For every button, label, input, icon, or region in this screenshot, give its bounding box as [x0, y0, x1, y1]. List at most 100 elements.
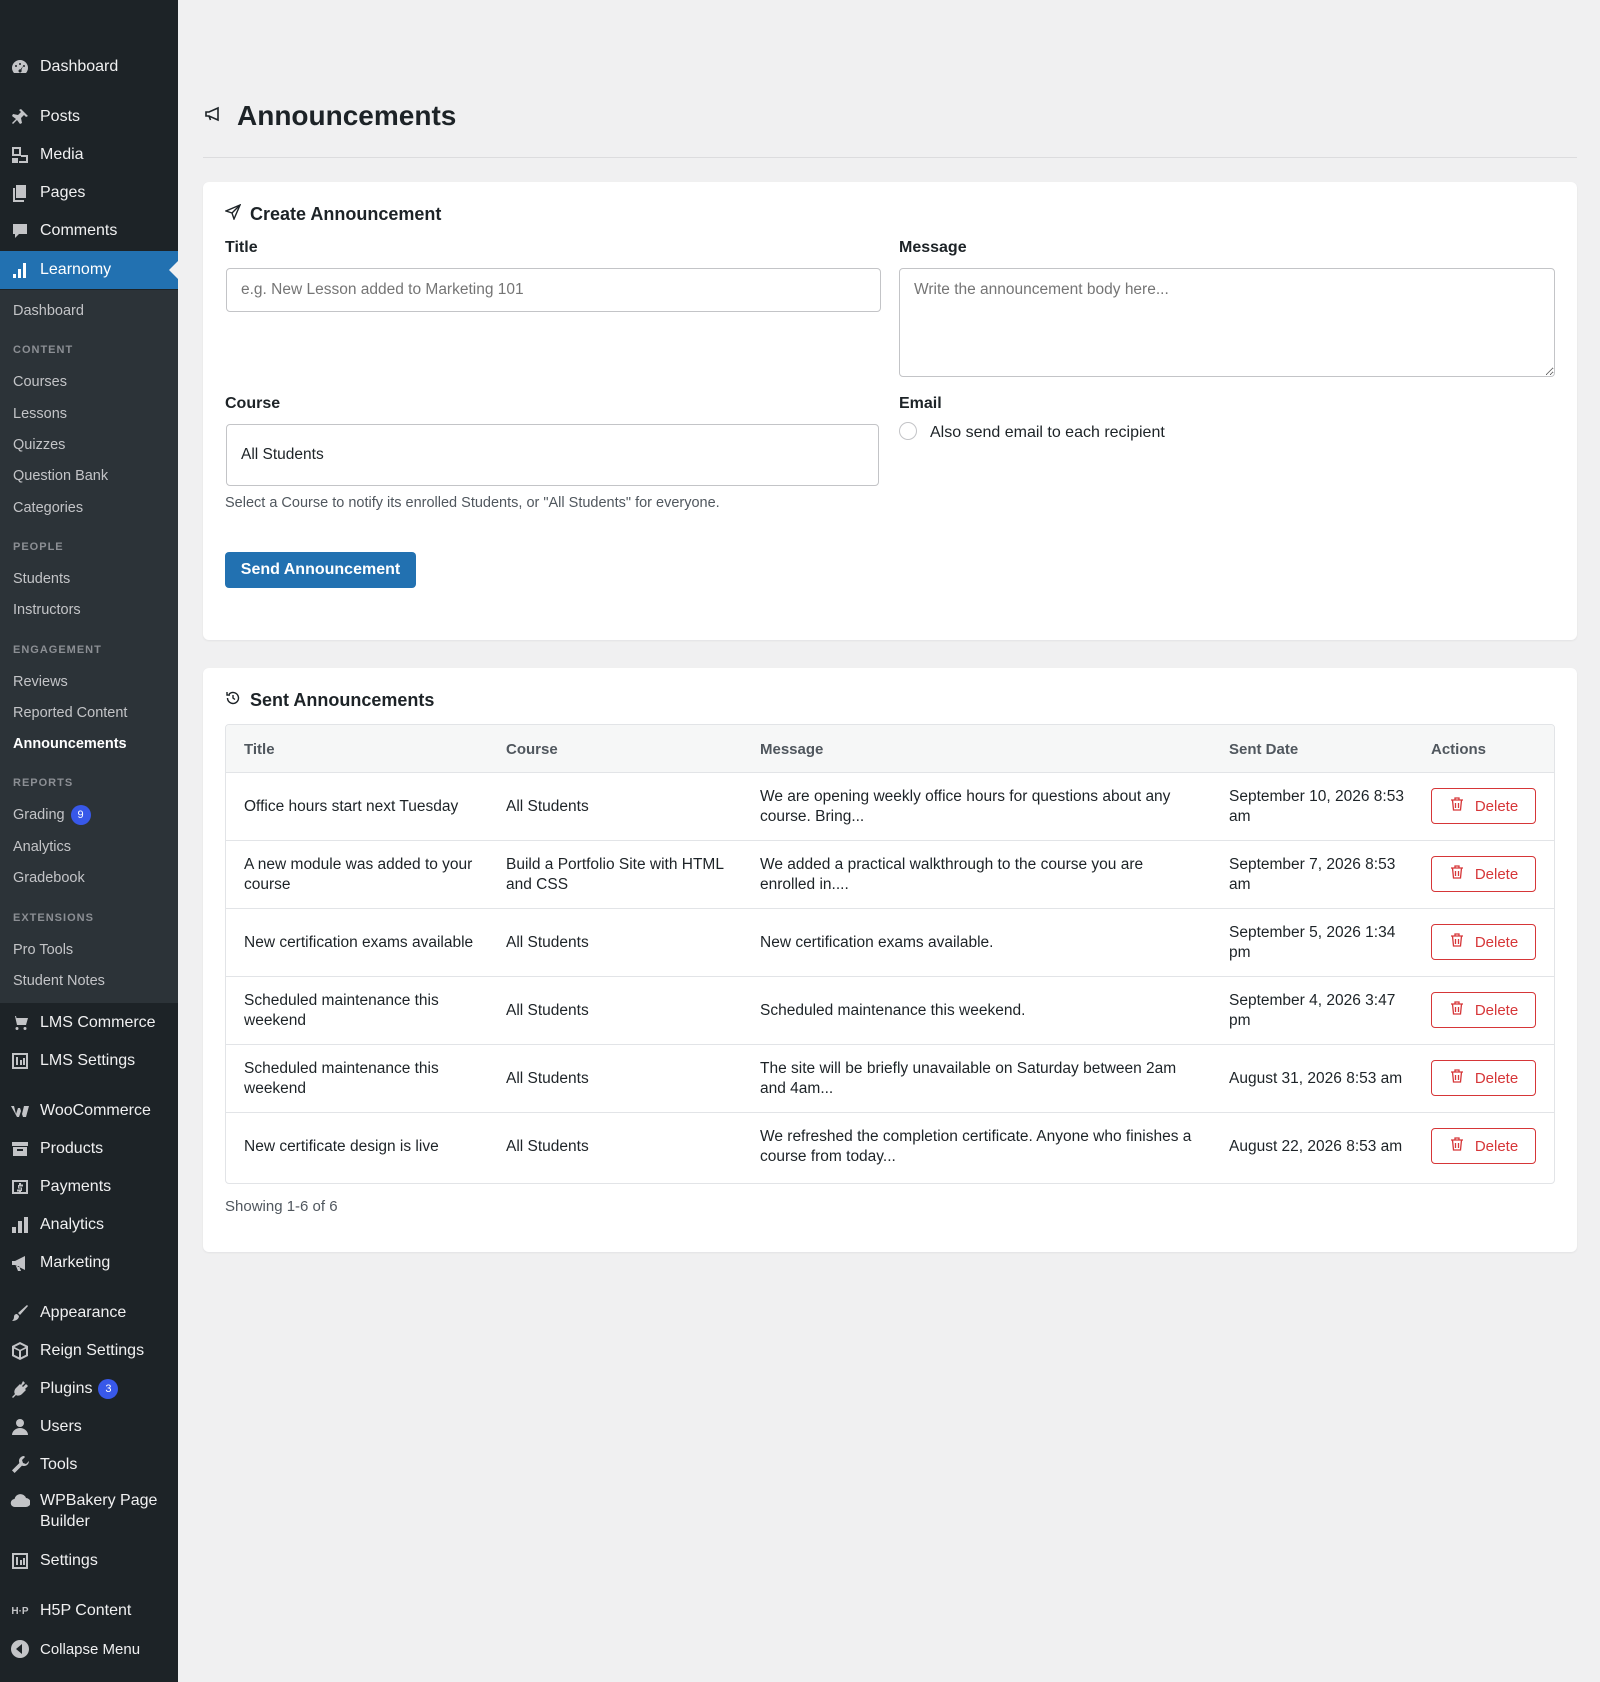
archive-icon: [10, 1139, 30, 1159]
trash-icon: [1449, 932, 1475, 952]
submenu-courses[interactable]: Courses: [13, 374, 67, 390]
trash-icon: [1449, 864, 1475, 884]
menu-tools[interactable]: Tools: [0, 1446, 178, 1484]
menu-h5p-content-label: H5P Content: [40, 1602, 132, 1619]
table-row: Scheduled maintenance this weekend All S…: [226, 977, 1554, 1045]
cell-message: New certification exams available.: [760, 934, 994, 951]
message-textarea[interactable]: [899, 268, 1555, 377]
menu-marketing[interactable]: Marketing: [0, 1244, 178, 1282]
submenu-pro-tools[interactable]: Pro Tools: [13, 942, 73, 958]
cell-sent-date: September 7, 2026 8:53 am: [1229, 856, 1396, 893]
header-divider: [203, 157, 1577, 158]
cell-message: We refreshed the completion certificate.…: [760, 1128, 1192, 1165]
submenu-announcements[interactable]: Announcements: [13, 736, 127, 752]
menu-posts-label: Posts: [40, 108, 81, 125]
submenu-students[interactable]: Students: [13, 571, 70, 587]
menu-analytics[interactable]: Analytics: [0, 1206, 178, 1244]
cell-sent-date: September 10, 2026 8:53 am: [1229, 788, 1404, 825]
delete-button[interactable]: Delete: [1431, 1128, 1536, 1164]
menu-appearance[interactable]: Appearance: [0, 1294, 178, 1332]
menu-payments[interactable]: Payments: [0, 1168, 178, 1206]
submenu-heading-people: PEOPLE: [13, 541, 64, 553]
collapse-icon: [10, 1639, 30, 1659]
grading-count-badge: 9: [70, 805, 91, 825]
menu-settings-label: Settings: [40, 1552, 98, 1569]
submenu-quizzes[interactable]: Quizzes: [13, 437, 65, 453]
column-header-course: Course: [506, 741, 558, 758]
cube-icon: [10, 1341, 30, 1361]
collapse-menu-button[interactable]: Collapse Menu: [0, 1630, 178, 1668]
submenu-categories[interactable]: Categories: [13, 500, 83, 516]
send-announcement-button[interactable]: Send Announcement: [225, 552, 416, 588]
delete-button-label: Delete: [1474, 1069, 1519, 1087]
submenu-heading-reports: REPORTS: [13, 777, 74, 789]
delete-button[interactable]: Delete: [1431, 992, 1536, 1028]
pagination-summary: Showing 1-6 of 6: [225, 1198, 338, 1215]
menu-wpbakery-label-line2: Builder: [40, 1513, 90, 1530]
menu-wpbakery-label-line1: WPBakery Page: [40, 1492, 158, 1509]
menu-settings[interactable]: Settings: [0, 1542, 178, 1580]
menu-posts[interactable]: Posts: [0, 98, 178, 136]
h5p-icon: H·P: [11, 1605, 29, 1617]
menu-plugins-label: Plugins: [40, 1380, 93, 1397]
menu-reign-settings[interactable]: Reign Settings: [0, 1332, 178, 1370]
submenu-analytics[interactable]: Analytics: [13, 839, 71, 855]
media-icon: [10, 145, 30, 165]
menu-lms-settings-label: LMS Settings: [40, 1052, 136, 1069]
menu-learnomy[interactable]: Learnomy: [0, 251, 178, 289]
table-row: New certification exams available All St…: [226, 909, 1554, 977]
plug-icon: [10, 1379, 30, 1399]
submenu-reported-content[interactable]: Reported Content: [13, 705, 127, 721]
submenu-gradebook[interactable]: Gradebook: [13, 870, 85, 886]
cell-course: All Students: [506, 798, 589, 815]
menu-comments[interactable]: Comments: [0, 212, 178, 250]
column-header-actions: Actions: [1431, 741, 1487, 758]
menu-h5p-content[interactable]: H·P H5P Content: [0, 1592, 178, 1630]
menu-dashboard-label: Dashboard: [40, 58, 119, 75]
submenu-lessons[interactable]: Lessons: [13, 406, 67, 422]
cell-title: New certification exams available: [244, 934, 474, 951]
menu-plugins[interactable]: Plugins 3: [0, 1370, 178, 1408]
delete-button[interactable]: Delete: [1431, 924, 1536, 960]
cell-course: All Students: [506, 1070, 589, 1087]
send-email-checkbox-label[interactable]: Also send email to each recipient: [930, 424, 1165, 442]
menu-lms-settings[interactable]: LMS Settings: [0, 1042, 178, 1080]
menu-woocommerce[interactable]: WooCommerce: [0, 1092, 178, 1130]
delete-button-label: Delete: [1474, 933, 1519, 951]
delete-button[interactable]: Delete: [1431, 1060, 1536, 1096]
menu-dashboard[interactable]: Dashboard: [0, 48, 178, 86]
megaphone-icon: [10, 1253, 30, 1273]
cloud-icon: [10, 1491, 30, 1511]
cell-message: Scheduled maintenance this weekend.: [760, 1002, 1026, 1019]
menu-users-label: Users: [40, 1418, 82, 1435]
page-header: Announcements: [203, 100, 456, 132]
delete-button[interactable]: Delete: [1431, 856, 1536, 892]
sent-announcements-title: Sent Announcements: [250, 690, 435, 710]
submenu-student-notes[interactable]: Student Notes: [13, 973, 105, 989]
submenu-grading[interactable]: Grading 9: [13, 805, 91, 825]
menu-users[interactable]: Users: [0, 1408, 178, 1446]
cell-course: All Students: [506, 1138, 589, 1155]
menu-payments-label: Payments: [40, 1178, 112, 1195]
table-row: New certificate design is live All Stude…: [226, 1113, 1554, 1181]
send-email-checkbox[interactable]: [899, 422, 917, 440]
column-header-sent-date: Sent Date: [1229, 741, 1299, 758]
submenu-reviews[interactable]: Reviews: [13, 674, 68, 690]
submenu-dashboard[interactable]: Dashboard: [13, 303, 84, 319]
course-help-text: Select a Course to notify its enrolled S…: [225, 495, 720, 511]
submenu-instructors[interactable]: Instructors: [13, 602, 81, 618]
menu-products[interactable]: Products: [0, 1130, 178, 1168]
cell-sent-date: September 4, 2026 3:47 pm: [1229, 992, 1396, 1029]
menu-wpbakery[interactable]: WPBakery Page Builder: [0, 1486, 178, 1532]
menu-reign-settings-label: Reign Settings: [40, 1342, 145, 1359]
title-input[interactable]: [226, 268, 881, 312]
submenu-heading-extensions: EXTENSIONS: [13, 912, 94, 924]
submenu-question-bank[interactable]: Question Bank: [13, 468, 108, 484]
menu-wpbakery-label: WPBakery Page Builder: [40, 1490, 157, 1532]
menu-pages[interactable]: Pages: [0, 174, 178, 212]
sent-announcements-card: Sent Announcements Title Course Message …: [203, 668, 1577, 1252]
course-select[interactable]: All Students: [226, 424, 879, 486]
delete-button[interactable]: Delete: [1431, 788, 1536, 824]
menu-media[interactable]: Media: [0, 136, 178, 174]
menu-lms-commerce[interactable]: LMS Commerce: [0, 1004, 178, 1042]
